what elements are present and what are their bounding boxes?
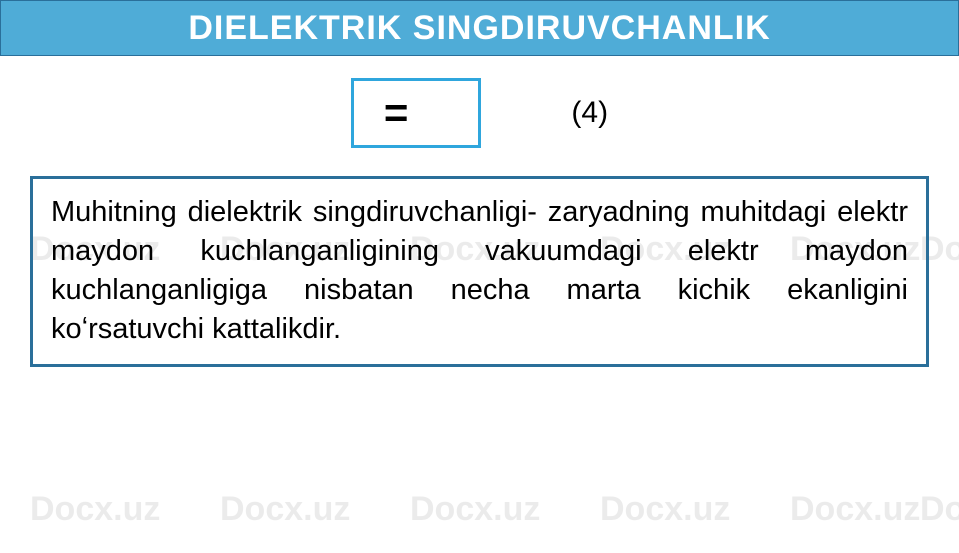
definition-box: Muhitning dielektrik singdiruvchanligi- … xyxy=(30,176,929,367)
formula-row: = (4) xyxy=(0,78,959,148)
formula-expression: = xyxy=(384,89,409,136)
page-title: DIELEKTRIK SINGDIRUVCHANLIK xyxy=(188,9,770,48)
formula-label: (4) xyxy=(571,96,608,130)
definition-text: Muhitning dielektrik singdiruvchanligi- … xyxy=(51,196,908,345)
formula-box: = xyxy=(351,78,482,148)
page-header: DIELEKTRIK SINGDIRUVCHANLIK xyxy=(0,0,959,56)
